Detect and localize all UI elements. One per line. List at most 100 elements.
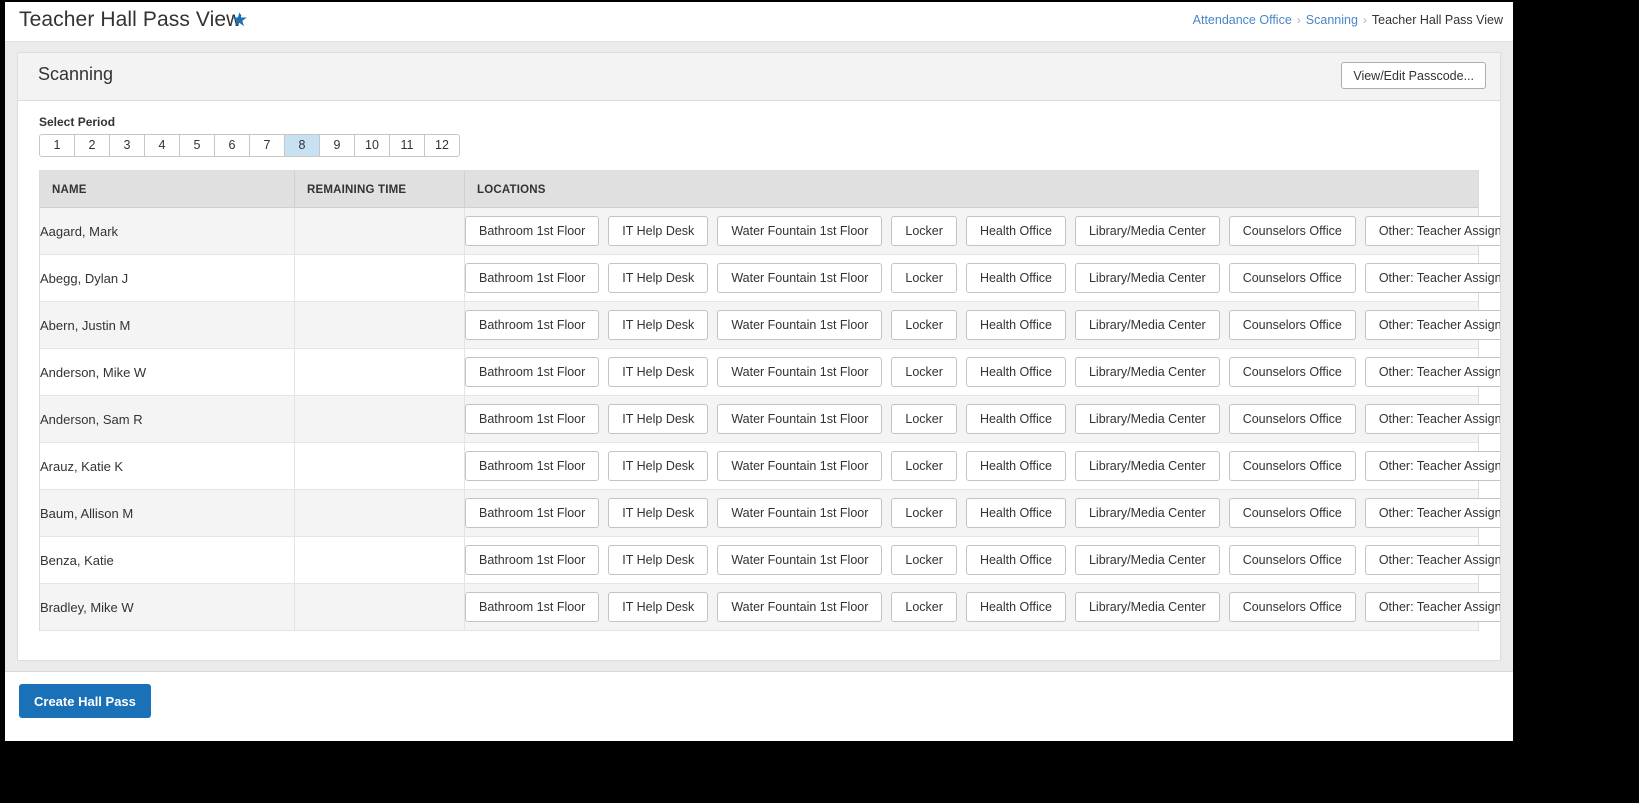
- location-button[interactable]: Water Fountain 1st Floor: [717, 545, 883, 575]
- create-hall-pass-button[interactable]: Create Hall Pass: [19, 684, 151, 718]
- location-button[interactable]: Bathroom 1st Floor: [465, 404, 600, 434]
- location-button[interactable]: Bathroom 1st Floor: [465, 451, 600, 481]
- location-button[interactable]: Other: Teacher Assigned: [1364, 498, 1500, 528]
- location-button[interactable]: Water Fountain 1st Floor: [717, 216, 883, 246]
- location-button[interactable]: Bathroom 1st Floor: [465, 592, 600, 622]
- location-button[interactable]: Health Office: [965, 404, 1066, 434]
- period-button-6[interactable]: 6: [215, 135, 250, 156]
- location-button[interactable]: IT Help Desk: [608, 498, 709, 528]
- period-button-5[interactable]: 5: [180, 135, 215, 156]
- location-button[interactable]: Locker: [891, 545, 957, 575]
- breadcrumb-item-scanning[interactable]: Scanning: [1306, 13, 1358, 27]
- location-button[interactable]: Water Fountain 1st Floor: [717, 310, 883, 340]
- table-row: Aagard, Mark Bathroom 1st Floor IT Help De…: [40, 207, 1500, 255]
- location-button[interactable]: Bathroom 1st Floor: [465, 216, 600, 246]
- period-button-10[interactable]: 10: [355, 135, 390, 156]
- location-button[interactable]: Bathroom 1st Floor: [465, 310, 600, 340]
- location-button[interactable]: Water Fountain 1st Floor: [717, 498, 883, 528]
- location-button[interactable]: Locker: [891, 451, 957, 481]
- location-button[interactable]: Health Office: [965, 357, 1066, 387]
- location-button[interactable]: Bathroom 1st Floor: [465, 263, 600, 293]
- location-button[interactable]: Health Office: [965, 263, 1066, 293]
- location-button[interactable]: Water Fountain 1st Floor: [717, 404, 883, 434]
- location-button[interactable]: Locker: [891, 357, 957, 387]
- period-button-9[interactable]: 9: [320, 135, 355, 156]
- location-button[interactable]: Library/Media Center: [1074, 451, 1220, 481]
- location-button[interactable]: Locker: [891, 263, 957, 293]
- location-button[interactable]: Counselors Office: [1228, 498, 1356, 528]
- location-button[interactable]: Bathroom 1st Floor: [465, 498, 600, 528]
- breadcrumb-separator-icon: ›: [1296, 13, 1301, 27]
- location-button[interactable]: Health Office: [965, 451, 1066, 481]
- location-button[interactable]: IT Help Desk: [608, 404, 709, 434]
- breadcrumb-item-attendance-office[interactable]: Attendance Office: [1193, 13, 1292, 27]
- location-button[interactable]: Bathroom 1st Floor: [465, 357, 600, 387]
- location-button[interactable]: IT Help Desk: [608, 357, 709, 387]
- location-button[interactable]: Locker: [891, 498, 957, 528]
- location-button[interactable]: Library/Media Center: [1074, 498, 1220, 528]
- location-button[interactable]: Locker: [891, 404, 957, 434]
- table-row: Anderson, Sam R Bathroom 1st Floor IT Help…: [40, 395, 1500, 443]
- location-button[interactable]: Other: Teacher Assigned: [1364, 451, 1500, 481]
- location-button[interactable]: Counselors Office: [1228, 592, 1356, 622]
- location-button[interactable]: IT Help Desk: [608, 216, 709, 246]
- period-button-8[interactable]: 8: [285, 135, 320, 156]
- location-button[interactable]: Water Fountain 1st Floor: [717, 451, 883, 481]
- location-button[interactable]: Counselors Office: [1228, 545, 1356, 575]
- location-button[interactable]: Other: Teacher Assigned: [1364, 592, 1500, 622]
- student-name-cell: Anderson, Mike W: [40, 348, 295, 396]
- location-button[interactable]: Health Office: [965, 498, 1066, 528]
- location-button[interactable]: Library/Media Center: [1074, 592, 1220, 622]
- location-button[interactable]: Water Fountain 1st Floor: [717, 263, 883, 293]
- period-button-2[interactable]: 2: [75, 135, 110, 156]
- period-button-4[interactable]: 4: [145, 135, 180, 156]
- location-button[interactable]: Other: Teacher Assigned: [1364, 216, 1500, 246]
- location-button[interactable]: Counselors Office: [1228, 263, 1356, 293]
- location-button[interactable]: Library/Media Center: [1074, 545, 1220, 575]
- location-button[interactable]: Other: Teacher Assigned: [1364, 357, 1500, 387]
- location-button[interactable]: Other: Teacher Assigned: [1364, 404, 1500, 434]
- location-button[interactable]: Water Fountain 1st Floor: [717, 357, 883, 387]
- location-button[interactable]: Health Office: [965, 310, 1066, 340]
- location-button[interactable]: IT Help Desk: [608, 545, 709, 575]
- period-button-3[interactable]: 3: [110, 135, 145, 156]
- location-button[interactable]: IT Help Desk: [608, 310, 709, 340]
- location-button[interactable]: IT Help Desk: [608, 592, 709, 622]
- location-button[interactable]: Library/Media Center: [1074, 357, 1220, 387]
- location-button[interactable]: Counselors Office: [1228, 216, 1356, 246]
- location-button[interactable]: Health Office: [965, 216, 1066, 246]
- period-selector[interactable]: 1 2 3 4 5 6 7 8 9 10 11 12: [39, 134, 460, 157]
- location-button[interactable]: Other: Teacher Assigned: [1364, 263, 1500, 293]
- period-button-1[interactable]: 1: [40, 135, 75, 156]
- view-edit-passcode-button[interactable]: View/Edit Passcode...: [1341, 62, 1486, 89]
- location-button[interactable]: Other: Teacher Assigned: [1364, 310, 1500, 340]
- location-button[interactable]: Health Office: [965, 545, 1066, 575]
- location-button[interactable]: Water Fountain 1st Floor: [717, 592, 883, 622]
- location-button[interactable]: IT Help Desk: [608, 451, 709, 481]
- period-button-11[interactable]: 11: [390, 135, 425, 156]
- application-page: Teacher Hall Pass View ★ Attendance Offi…: [5, 2, 1513, 741]
- table-row: Anderson, Mike W Bathroom 1st Floor IT Hel…: [40, 348, 1500, 396]
- location-button[interactable]: Health Office: [965, 592, 1066, 622]
- column-header-name: NAME: [40, 171, 295, 208]
- location-button[interactable]: Locker: [891, 592, 957, 622]
- star-icon[interactable]: ★: [231, 11, 249, 30]
- location-button[interactable]: Library/Media Center: [1074, 310, 1220, 340]
- location-button-group: Bathroom 1st Floor IT Help Desk Water Foun…: [465, 584, 1500, 630]
- location-button[interactable]: Library/Media Center: [1074, 404, 1220, 434]
- period-button-7[interactable]: 7: [250, 135, 285, 156]
- location-button[interactable]: Counselors Office: [1228, 357, 1356, 387]
- location-button[interactable]: Bathroom 1st Floor: [465, 545, 600, 575]
- location-button[interactable]: Library/Media Center: [1074, 216, 1220, 246]
- student-name-cell: Abern, Justin M: [40, 301, 295, 349]
- locations-cell: Bathroom 1st Floor IT Help Desk Water Foun…: [464, 348, 1500, 396]
- location-button[interactable]: Locker: [891, 310, 957, 340]
- location-button[interactable]: Counselors Office: [1228, 404, 1356, 434]
- location-button[interactable]: IT Help Desk: [608, 263, 709, 293]
- location-button[interactable]: Counselors Office: [1228, 310, 1356, 340]
- location-button[interactable]: Other: Teacher Assigned: [1364, 545, 1500, 575]
- period-button-12[interactable]: 12: [425, 135, 459, 156]
- location-button[interactable]: Library/Media Center: [1074, 263, 1220, 293]
- location-button[interactable]: Counselors Office: [1228, 451, 1356, 481]
- location-button[interactable]: Locker: [891, 216, 957, 246]
